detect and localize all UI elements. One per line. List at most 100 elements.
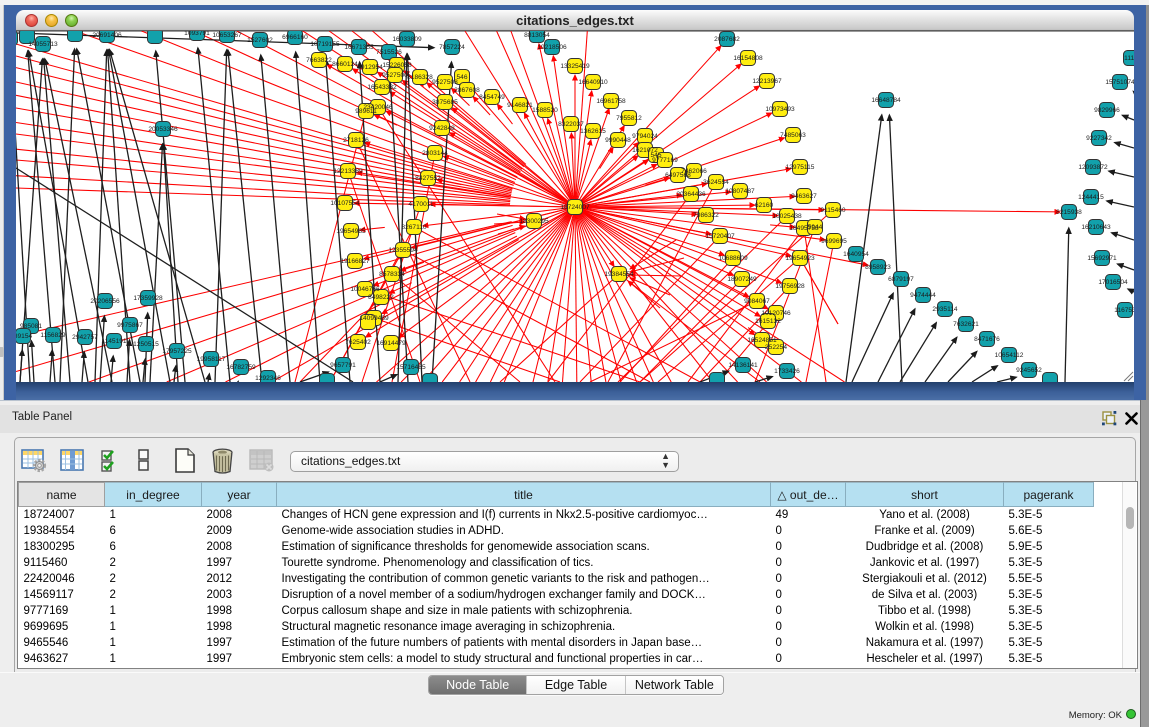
svg-text:1527602: 1527602 xyxy=(247,37,273,44)
svg-text:116753: 116753 xyxy=(1114,307,1134,314)
svg-text:17957225: 17957225 xyxy=(162,348,192,355)
svg-text:17016504: 17016504 xyxy=(1098,279,1128,286)
svg-text:16671355: 16671355 xyxy=(344,44,374,51)
svg-text:19756928: 19756928 xyxy=(775,283,805,290)
svg-text:19958117: 19958117 xyxy=(197,356,226,363)
svg-text:2867608: 2867608 xyxy=(454,87,480,94)
svg-text:5944: 5944 xyxy=(808,224,823,231)
svg-text:9777169: 9777169 xyxy=(652,157,678,164)
svg-text:16961758: 16961758 xyxy=(596,98,626,105)
svg-text:16648784: 16648784 xyxy=(871,97,901,104)
svg-text:19166827: 19166827 xyxy=(340,258,370,265)
svg-text:9794024: 9794024 xyxy=(632,133,658,140)
svg-text:2718126: 2718126 xyxy=(343,137,369,144)
svg-text:252254: 252254 xyxy=(765,344,787,351)
svg-text:12355594: 12355594 xyxy=(388,247,418,254)
svg-text:8427552: 8427552 xyxy=(415,175,441,182)
svg-text:7515526: 7515526 xyxy=(376,49,402,56)
svg-text:19384554: 19384554 xyxy=(604,271,634,278)
svg-text:6497568: 6497568 xyxy=(665,172,691,179)
svg-text:1733426: 1733426 xyxy=(774,368,800,375)
svg-text:9829966: 9829966 xyxy=(1094,107,1120,114)
svg-text:1588520: 1588520 xyxy=(532,107,558,114)
svg-text:18300295: 18300295 xyxy=(519,218,549,225)
svg-text:9474444: 9474444 xyxy=(910,292,936,299)
svg-text:20053346: 20053346 xyxy=(148,126,178,133)
svg-text:9657791: 9657791 xyxy=(330,362,356,369)
svg-text:12975115: 12975115 xyxy=(786,164,815,171)
svg-text:19654985: 19654985 xyxy=(336,228,366,235)
svg-text:2935114: 2935114 xyxy=(932,306,958,313)
svg-text:16640910: 16640910 xyxy=(578,79,608,86)
svg-text:7632621: 7632621 xyxy=(953,321,979,328)
svg-text:12213967: 12213967 xyxy=(752,78,782,85)
svg-text:14136141: 14136141 xyxy=(728,362,758,369)
svg-text:9990448: 9990448 xyxy=(605,137,631,144)
svg-text:9245652: 9245652 xyxy=(1016,367,1042,374)
svg-text:16033809: 16033809 xyxy=(392,36,422,43)
svg-text:9227342: 9227342 xyxy=(1086,135,1112,142)
svg-text:546: 546 xyxy=(456,74,467,81)
svg-text:20364436: 20364436 xyxy=(676,191,706,198)
svg-text:10107554: 10107554 xyxy=(330,200,360,207)
svg-text:985081: 985081 xyxy=(20,323,42,330)
svg-text:1292346: 1292346 xyxy=(255,375,281,382)
svg-text:13325419: 13325419 xyxy=(560,63,590,70)
svg-text:6879197: 6879197 xyxy=(888,276,914,283)
svg-text:2087682: 2087682 xyxy=(714,36,740,43)
svg-text:14055713: 14055713 xyxy=(28,41,58,48)
svg-text:17359928: 17359928 xyxy=(133,295,163,302)
svg-text:16154808: 16154808 xyxy=(733,55,763,62)
svg-text:16524851: 16524851 xyxy=(747,337,777,344)
svg-text:20206556: 20206556 xyxy=(90,298,120,305)
svg-text:1362615: 1362615 xyxy=(580,128,606,135)
svg-text:8958923: 8958923 xyxy=(865,264,891,271)
svg-text:39154: 39154 xyxy=(16,333,32,340)
svg-text:9527508: 9527508 xyxy=(432,79,458,86)
svg-text:10688609: 10688609 xyxy=(718,255,748,262)
svg-text:15716485: 15716485 xyxy=(396,364,426,371)
svg-text:8578334: 8578334 xyxy=(379,271,405,278)
svg-text:15751074: 15751074 xyxy=(1105,79,1134,86)
svg-text:989611: 989611 xyxy=(355,108,377,115)
svg-text:16210643: 16210643 xyxy=(1081,224,1111,231)
svg-text:1250515: 1250515 xyxy=(133,341,159,348)
svg-text:1145191: 1145191 xyxy=(101,338,127,345)
svg-text:8322037: 8322037 xyxy=(558,121,584,128)
svg-text:10046766: 10046766 xyxy=(350,286,380,293)
svg-text:12093872: 12093872 xyxy=(1078,164,1108,171)
svg-text:1640954: 1640954 xyxy=(843,251,869,258)
svg-text:3624554: 3624554 xyxy=(703,179,729,186)
svg-text:8471676: 8471676 xyxy=(974,336,1000,343)
svg-text:20691406: 20691406 xyxy=(92,32,122,39)
svg-text:1615132: 1615132 xyxy=(755,318,781,325)
svg-text:10653267: 10653267 xyxy=(212,32,242,39)
svg-text:7663822: 7663822 xyxy=(306,57,332,64)
svg-text:8267110: 8267110 xyxy=(401,224,427,231)
svg-text:14099489: 14099489 xyxy=(359,315,389,322)
svg-text:1093791: 1093791 xyxy=(184,31,210,37)
svg-text:10807487: 10807487 xyxy=(725,188,755,195)
svg-text:12213389: 12213389 xyxy=(333,168,363,175)
svg-text:15692971: 15692971 xyxy=(1087,255,1117,262)
svg-text:9146821: 9146821 xyxy=(507,102,533,109)
svg-text:10120746: 10120746 xyxy=(761,310,791,317)
svg-text:8498222: 8498222 xyxy=(368,294,394,301)
svg-text:2803144: 2803144 xyxy=(422,150,448,157)
svg-text:18724007: 18724007 xyxy=(560,204,590,211)
svg-text:6966160: 6966160 xyxy=(282,34,308,41)
svg-text:19218506: 19218506 xyxy=(537,44,567,51)
svg-text:10654112: 10654112 xyxy=(995,352,1024,359)
svg-text:8912954: 8912954 xyxy=(357,64,383,71)
svg-text:8454749: 8454749 xyxy=(479,94,505,101)
svg-text:8186328: 8186328 xyxy=(407,74,433,81)
svg-text:62160: 62160 xyxy=(755,202,774,209)
svg-text:7986322: 7986322 xyxy=(693,212,719,219)
svg-text:1244415: 1244415 xyxy=(1078,194,1104,201)
svg-text:10973493: 10973493 xyxy=(765,106,795,113)
svg-text:16543382: 16543382 xyxy=(367,84,397,91)
svg-text:9242848: 9242848 xyxy=(429,125,455,132)
svg-text:9084067: 9084067 xyxy=(744,298,770,305)
svg-text:9463627: 9463627 xyxy=(791,193,817,200)
svg-text:4170011: 4170011 xyxy=(408,201,434,208)
